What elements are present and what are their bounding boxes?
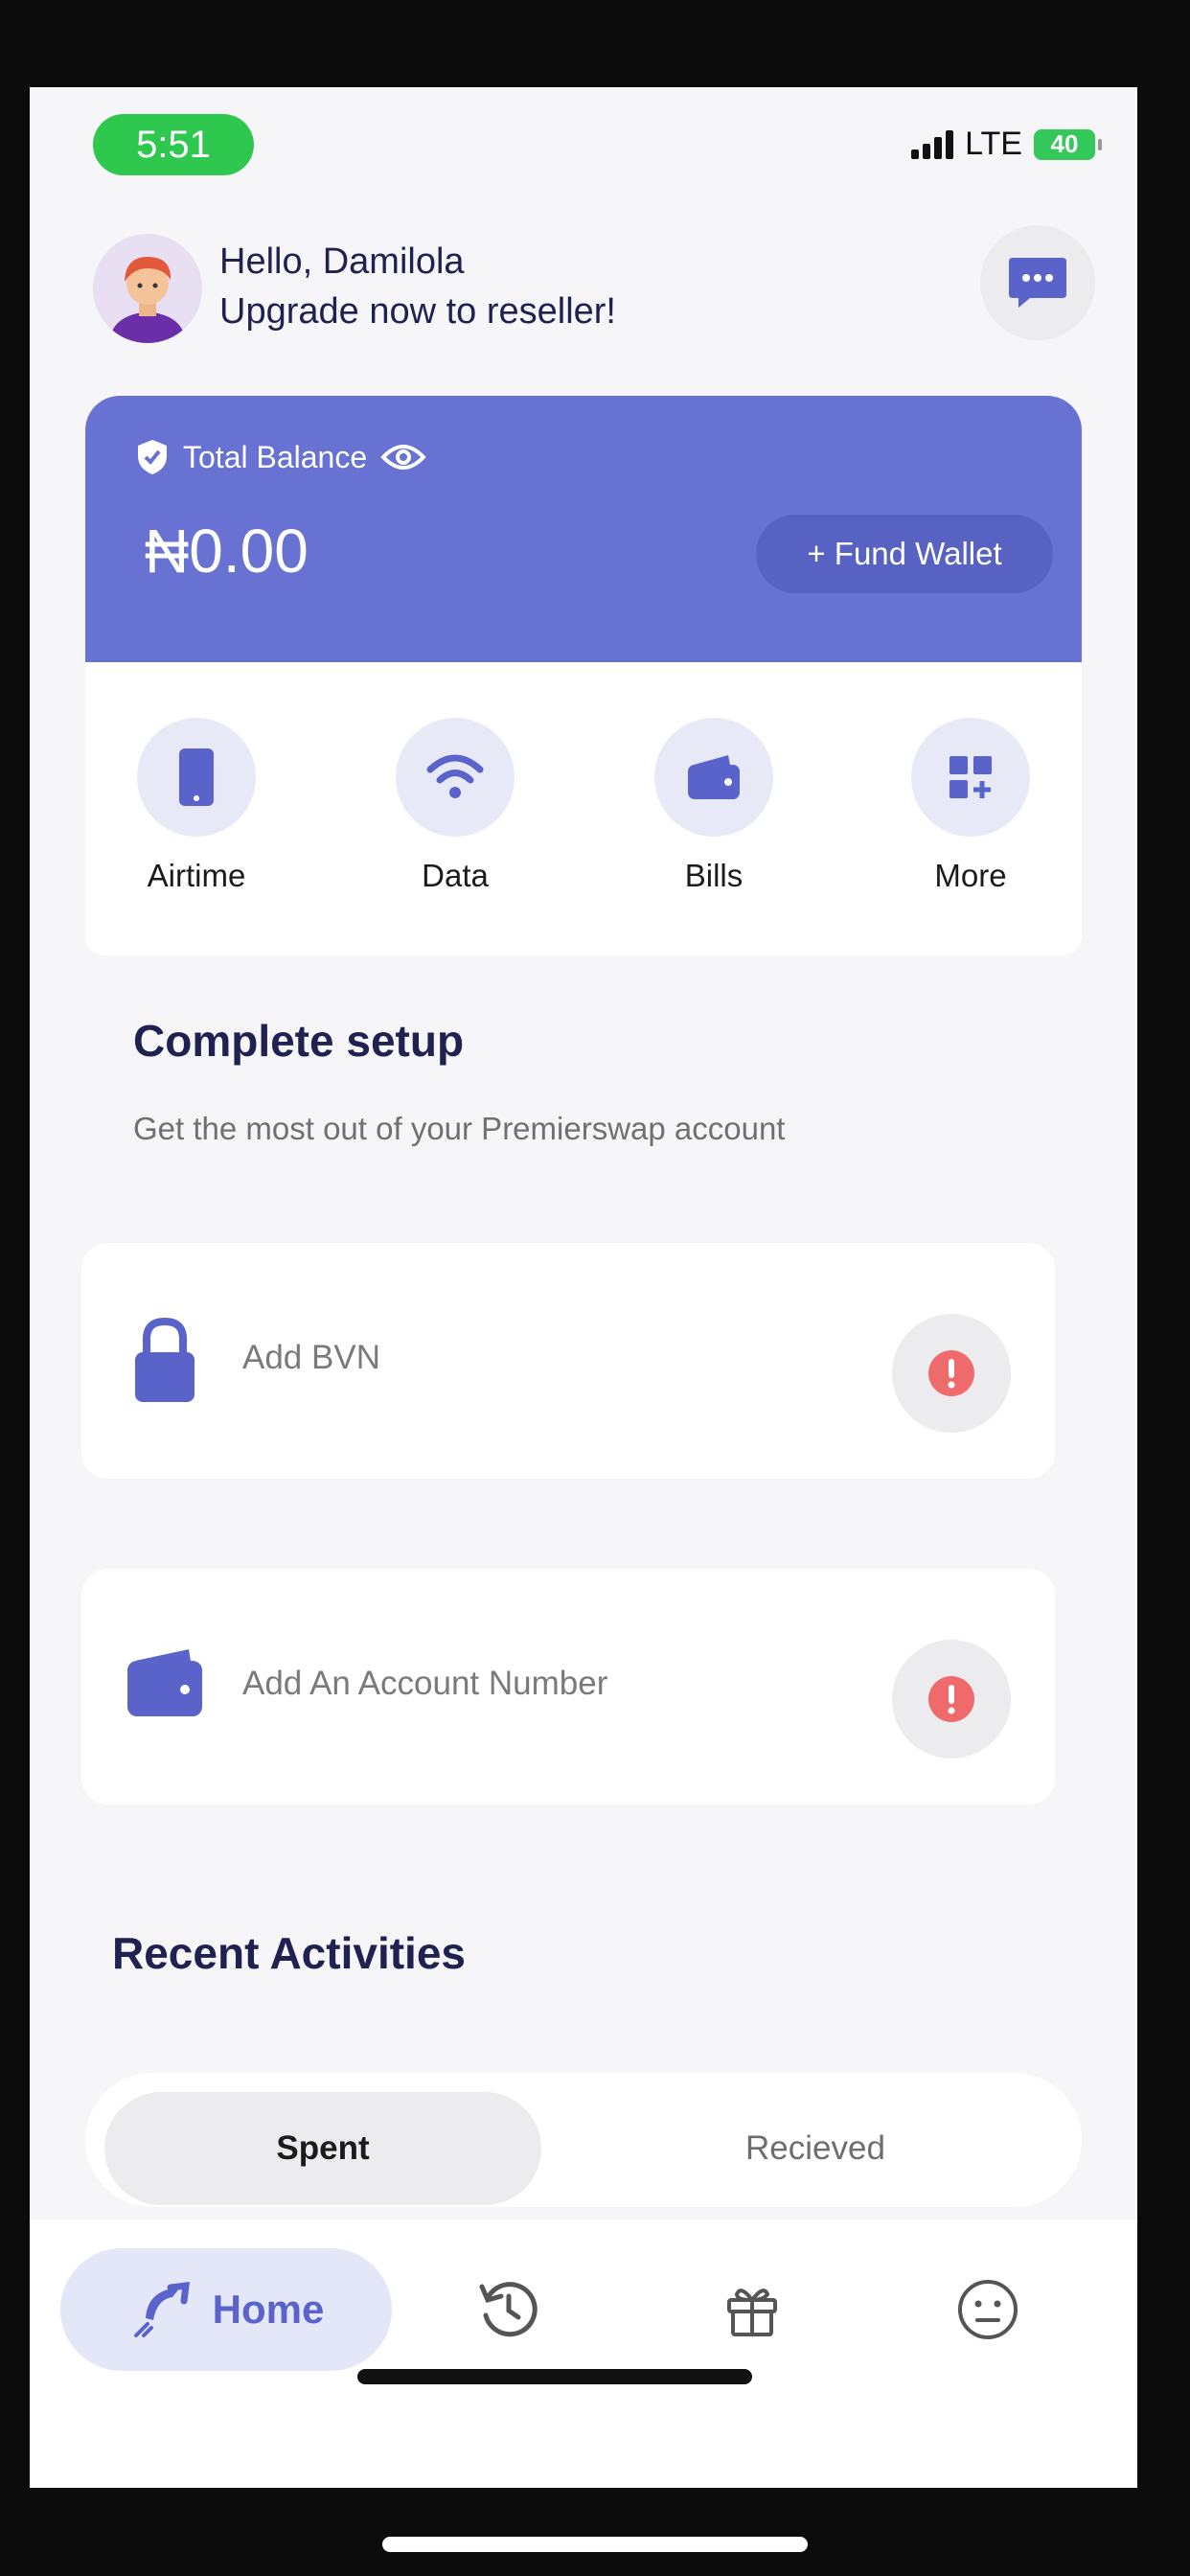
setup-item-account-number[interactable]: Add An Account Number [81, 1569, 1055, 1805]
home-indicator-outer [382, 2537, 808, 2552]
service-label: Data [422, 858, 489, 893]
greeting-block: Hello, Damilola Upgrade now to reseller! [219, 237, 616, 336]
lock-icon [133, 1316, 196, 1409]
service-airtime[interactable]: Airtime [110, 718, 283, 894]
wifi-icon [396, 718, 515, 837]
battery-level: 40 [1050, 129, 1079, 158]
balance-amount: ₦0.00 [145, 517, 309, 586]
status-indicators: LTE 40 [911, 126, 1102, 163]
phone-screen: 5:51 LTE 40 Hello, Damilola Upgrade now … [30, 87, 1137, 2488]
nav-rewards[interactable] [718, 2275, 787, 2344]
home-indicator [357, 2369, 752, 2384]
service-label: Bills [684, 858, 744, 893]
chat-icon [1009, 258, 1066, 308]
setup-item-label: Add An Account Number [242, 1665, 608, 1702]
phone-icon [137, 718, 256, 837]
wallet-icon [126, 1647, 204, 1723]
setup-item-bvn[interactable]: Add BVN [81, 1243, 1055, 1479]
nav-profile[interactable] [953, 2275, 1022, 2344]
bottom-nav: Home [30, 2220, 1137, 2488]
eye-icon[interactable] [380, 442, 426, 472]
avatar[interactable] [93, 234, 202, 343]
balance-label-row: Total Balance [135, 438, 426, 476]
service-label: More [934, 858, 1007, 893]
grid-plus-icon [911, 718, 1030, 837]
nav-home[interactable]: Home [60, 2248, 392, 2371]
service-label: Airtime [147, 858, 246, 893]
setup-item-label: Add BVN [242, 1339, 380, 1376]
tab-spent[interactable]: Spent [104, 2092, 541, 2205]
nav-home-label: Home [212, 2287, 325, 2332]
wallet-icon [654, 718, 773, 837]
service-bills[interactable]: Bills [628, 718, 800, 894]
activity-tabs: Spent Recieved [85, 2073, 1082, 2207]
setup-subtitle: Get the most out of your Premierswap acc… [133, 1111, 786, 1146]
gift-icon [727, 2288, 777, 2336]
warning-icon [892, 1640, 1011, 1759]
status-time: 5:51 [93, 114, 254, 175]
nav-history[interactable] [474, 2275, 543, 2344]
setup-title: Complete setup [133, 1016, 465, 1066]
signal-icon [911, 129, 954, 159]
greeting-text: Hello, Damilola [219, 242, 465, 282]
network-type: LTE [965, 126, 1022, 162]
tab-received[interactable]: Recieved [597, 2092, 1034, 2205]
messages-button[interactable] [980, 225, 1095, 340]
balance-card: Total Balance ₦0.00 + Fund Wallet [85, 396, 1082, 662]
balance-label: Total Balance [183, 439, 368, 474]
shield-check-icon [138, 440, 167, 474]
home-icon [133, 2281, 190, 2337]
upgrade-text[interactable]: Upgrade now to reseller! [219, 287, 616, 336]
recent-activities-title: Recent Activities [112, 1928, 466, 1978]
service-more[interactable]: More [884, 718, 1057, 894]
battery-icon: 40 [1034, 128, 1102, 160]
profile-icon [958, 2280, 1018, 2339]
service-data[interactable]: Data [369, 718, 541, 894]
warning-icon [892, 1314, 1011, 1433]
fund-wallet-button[interactable]: + Fund Wallet [756, 515, 1053, 593]
history-icon [479, 2282, 538, 2337]
services-panel: Airtime Data Bills More [85, 662, 1082, 955]
